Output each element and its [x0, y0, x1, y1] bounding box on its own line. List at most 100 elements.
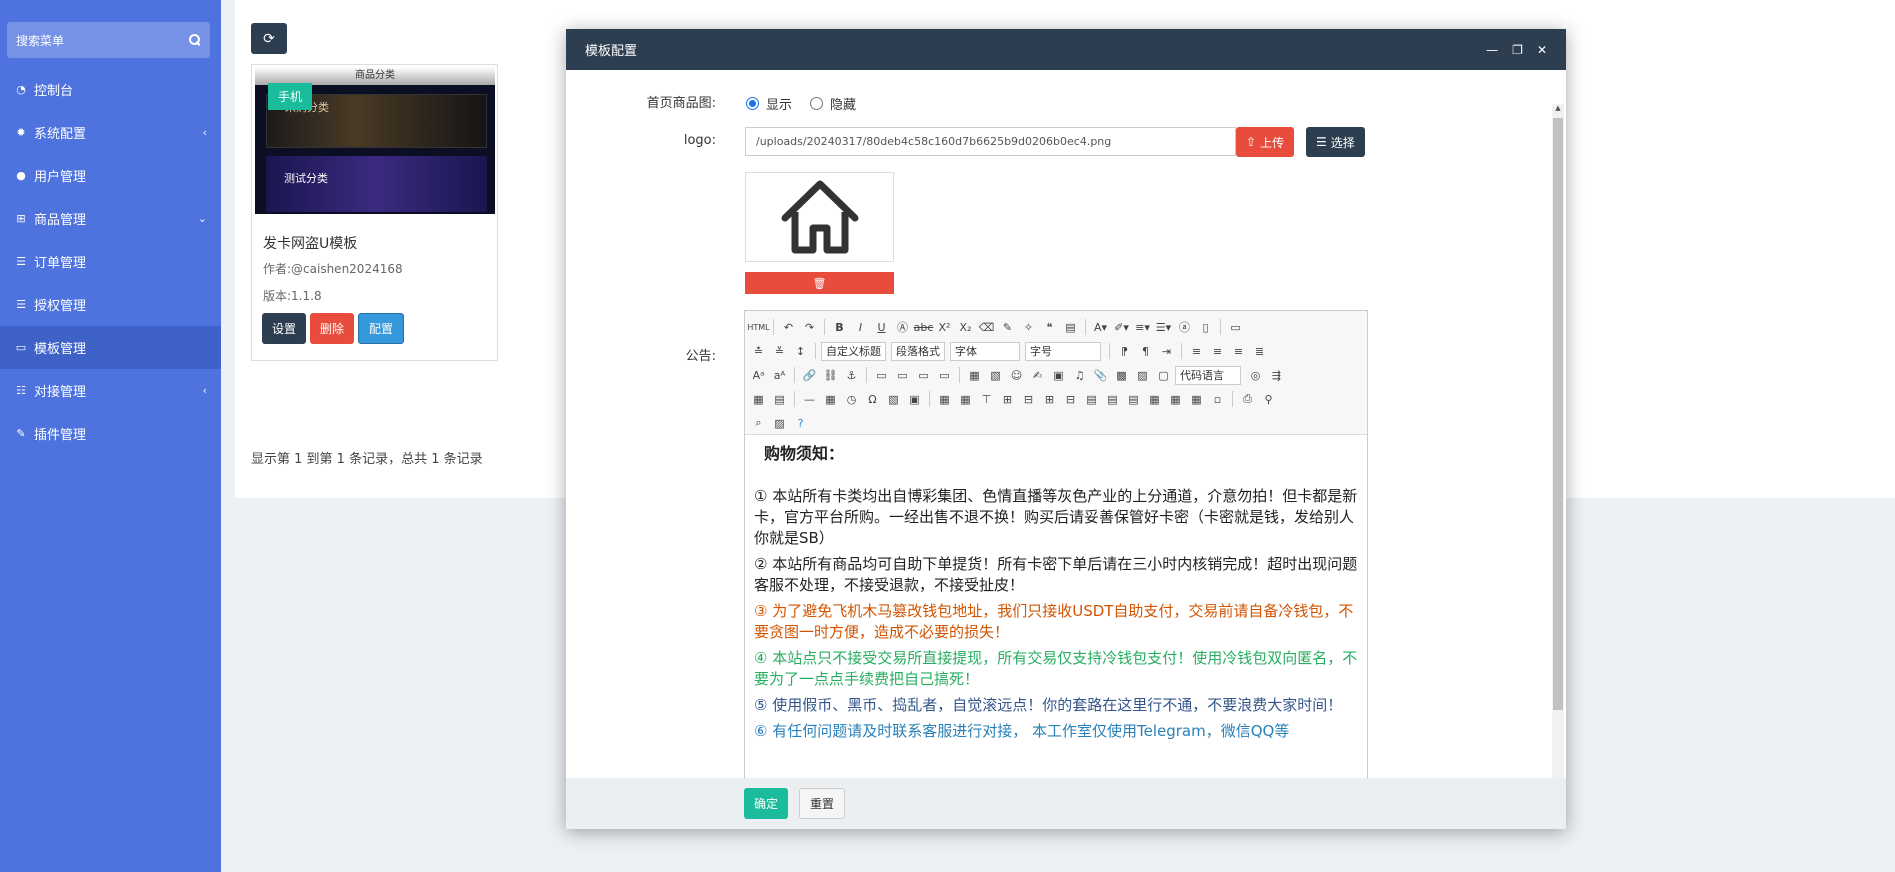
scrawl-icon[interactable]: ✍ — [1028, 366, 1047, 385]
radio-hide[interactable] — [810, 97, 824, 110]
split-cols-icon[interactable]: ▦ — [1187, 390, 1206, 409]
indent-icon[interactable]: ⇥ — [1157, 342, 1176, 361]
delete-col-icon[interactable]: ⊟ — [1061, 390, 1080, 409]
image-none-icon[interactable]: ▭ — [872, 366, 891, 385]
font-border-icon[interactable]: Ⓐ — [893, 318, 912, 337]
print-icon[interactable]: ⎙ — [1238, 390, 1257, 409]
modal-scrollbar[interactable]: ▲ ▼ — [1552, 104, 1564, 778]
date-icon[interactable]: ▦ — [821, 390, 840, 409]
fullscreen-icon[interactable]: ▭ — [1226, 318, 1245, 337]
uppercase-icon[interactable]: Aᵃ — [749, 366, 768, 385]
undo-icon[interactable]: ↶ — [779, 318, 798, 337]
ltr-icon[interactable]: ⁋ — [1115, 342, 1134, 361]
search-replace-icon[interactable]: ⌕ — [749, 414, 768, 433]
align-justify-icon[interactable]: ≣ — [1250, 342, 1269, 361]
ordered-list-icon[interactable]: ≡▾ — [1133, 318, 1152, 337]
split-rows-icon[interactable]: ▦ — [1166, 390, 1185, 409]
sidebar-item-templates[interactable]: ▭ 模板管理 — [0, 326, 221, 369]
merge-cells-icon[interactable]: ▤ — [1082, 390, 1101, 409]
format-painter-icon[interactable]: ✎ — [998, 318, 1017, 337]
html-source-icon[interactable]: HTML — [747, 318, 769, 337]
subscript-icon[interactable]: X₂ — [956, 318, 975, 337]
map-icon[interactable]: ▩ — [1112, 366, 1131, 385]
redo-icon[interactable]: ↷ — [800, 318, 819, 337]
select-all-icon[interactable]: ⓐ — [1175, 318, 1194, 337]
align-left-icon[interactable]: ≡ — [1187, 342, 1206, 361]
maximize-icon[interactable]: ❐ — [1512, 43, 1523, 57]
refresh-button[interactable]: ⟳ — [251, 23, 287, 54]
search-menu-box[interactable]: 搜索菜单 — [7, 22, 210, 58]
help-icon[interactable]: ? — [791, 414, 810, 433]
merge-right-icon[interactable]: ▤ — [1103, 390, 1122, 409]
split-cells-icon[interactable]: ▦ — [1145, 390, 1164, 409]
horizontal-rule-icon[interactable]: — — [800, 390, 819, 409]
insert-paragraph-before-table-icon[interactable]: ⊤ — [977, 390, 996, 409]
gmap-icon[interactable]: ▨ — [1133, 366, 1152, 385]
snapscreen-icon[interactable]: ▣ — [905, 390, 924, 409]
superscript-icon[interactable]: X² — [935, 318, 954, 337]
image-center-icon[interactable]: ▭ — [935, 366, 954, 385]
image-right-icon[interactable]: ▭ — [914, 366, 933, 385]
draft-icon[interactable]: ▨ — [770, 414, 789, 433]
insert-col-icon[interactable]: ⊞ — [1040, 390, 1059, 409]
sidebar-item-products[interactable]: ⊞ 商品管理 ⌄ — [0, 197, 221, 240]
preview-icon[interactable]: ⚲ — [1259, 390, 1278, 409]
paragraph-select[interactable]: 段落格式 — [891, 341, 945, 361]
code-language-select[interactable]: 代码语言 — [1175, 365, 1241, 385]
emotion-icon[interactable]: ☺ — [1007, 366, 1026, 385]
sidebar-item-users[interactable]: ● 用户管理 — [0, 154, 221, 197]
anchor-icon[interactable]: ⚓ — [842, 366, 861, 385]
eraser-icon[interactable]: ⌫ — [977, 318, 996, 337]
align-right-icon[interactable]: ≡ — [1229, 342, 1248, 361]
delete-button[interactable]: 删除 — [310, 313, 355, 344]
close-icon[interactable]: ✕ — [1537, 43, 1547, 57]
reset-button[interactable]: 重置 — [799, 788, 846, 819]
chart-icon[interactable]: ▫ — [1208, 390, 1227, 409]
background-icon[interactable]: ▦ — [749, 390, 768, 409]
sidebar-item-integration[interactable]: ☷ 对接管理 ‹ — [0, 369, 221, 412]
sidebar-item-plugins[interactable]: ✎ 插件管理 — [0, 412, 221, 455]
music-icon[interactable]: ♫ — [1070, 366, 1089, 385]
insert-table-icon[interactable]: ▦ — [935, 390, 954, 409]
lowercase-icon[interactable]: aᴬ — [770, 366, 789, 385]
clear-doc-icon[interactable]: ▯ — [1196, 318, 1215, 337]
image-left-icon[interactable]: ▭ — [893, 366, 912, 385]
delete-table-icon[interactable]: ▦ — [956, 390, 975, 409]
scroll-up-icon[interactable]: ▲ — [1552, 104, 1564, 112]
blockquote-icon[interactable]: ❝ — [1040, 318, 1059, 337]
wordimage-icon[interactable]: ▧ — [884, 390, 903, 409]
editor-content[interactable]: 购物须知： ① 本站所有卡类均出自博彩集团、色情直播等灰色产业的上分通道，介意勿… — [745, 435, 1367, 755]
template-icon[interactable]: ▤ — [770, 390, 789, 409]
italic-icon[interactable]: I — [851, 318, 870, 337]
page-break-icon[interactable]: ◎ — [1246, 366, 1265, 385]
logo-path-input[interactable]: /uploads/20240317/80deb4c58c160d7b6625b9… — [745, 127, 1236, 156]
sidebar-item-dashboard[interactable]: ◔ 控制台 — [0, 68, 221, 111]
choose-button[interactable]: ☰ 选择 — [1306, 127, 1365, 157]
paste-plain-icon[interactable]: ▤ — [1061, 318, 1080, 337]
font-color-icon[interactable]: A▾ — [1091, 318, 1110, 337]
strikethrough-icon[interactable]: abc — [914, 318, 934, 337]
sidebar-item-orders[interactable]: ☰ 订单管理 — [0, 240, 221, 283]
settings-button[interactable]: 设置 — [262, 313, 307, 344]
merge-down-icon[interactable]: ▤ — [1124, 390, 1143, 409]
custom-title-select[interactable]: 自定义标题 — [821, 341, 886, 361]
time-icon[interactable]: ◷ — [842, 390, 861, 409]
attachment-icon[interactable]: 📎 — [1091, 366, 1110, 385]
delete-row-icon[interactable]: ⊟ — [1019, 390, 1038, 409]
minimize-icon[interactable]: — — [1486, 43, 1498, 57]
radio-show[interactable] — [746, 97, 759, 110]
auto-format-icon[interactable]: ✧ — [1019, 318, 1038, 337]
template-insert-icon[interactable]: ⇶ — [1267, 366, 1286, 385]
line-height-icon[interactable]: ↕ — [791, 342, 810, 361]
scrollbar-thumb[interactable] — [1553, 118, 1563, 710]
radio-hide-label[interactable]: 隐藏 — [830, 94, 856, 113]
unlink-icon[interactable]: ⛓ — [821, 366, 840, 385]
underline-icon[interactable]: U — [872, 318, 891, 337]
radio-show-label[interactable]: 显示 — [766, 94, 792, 113]
insert-row-icon[interactable]: ⊞ — [998, 390, 1017, 409]
insert-image-icon[interactable]: ▧ — [986, 366, 1005, 385]
simple-upload-icon[interactable]: ▦ — [965, 366, 984, 385]
font-size-select[interactable]: 字号 — [1025, 341, 1101, 361]
bold-icon[interactable]: B — [830, 318, 849, 337]
config-button[interactable]: 配置 — [358, 313, 405, 344]
